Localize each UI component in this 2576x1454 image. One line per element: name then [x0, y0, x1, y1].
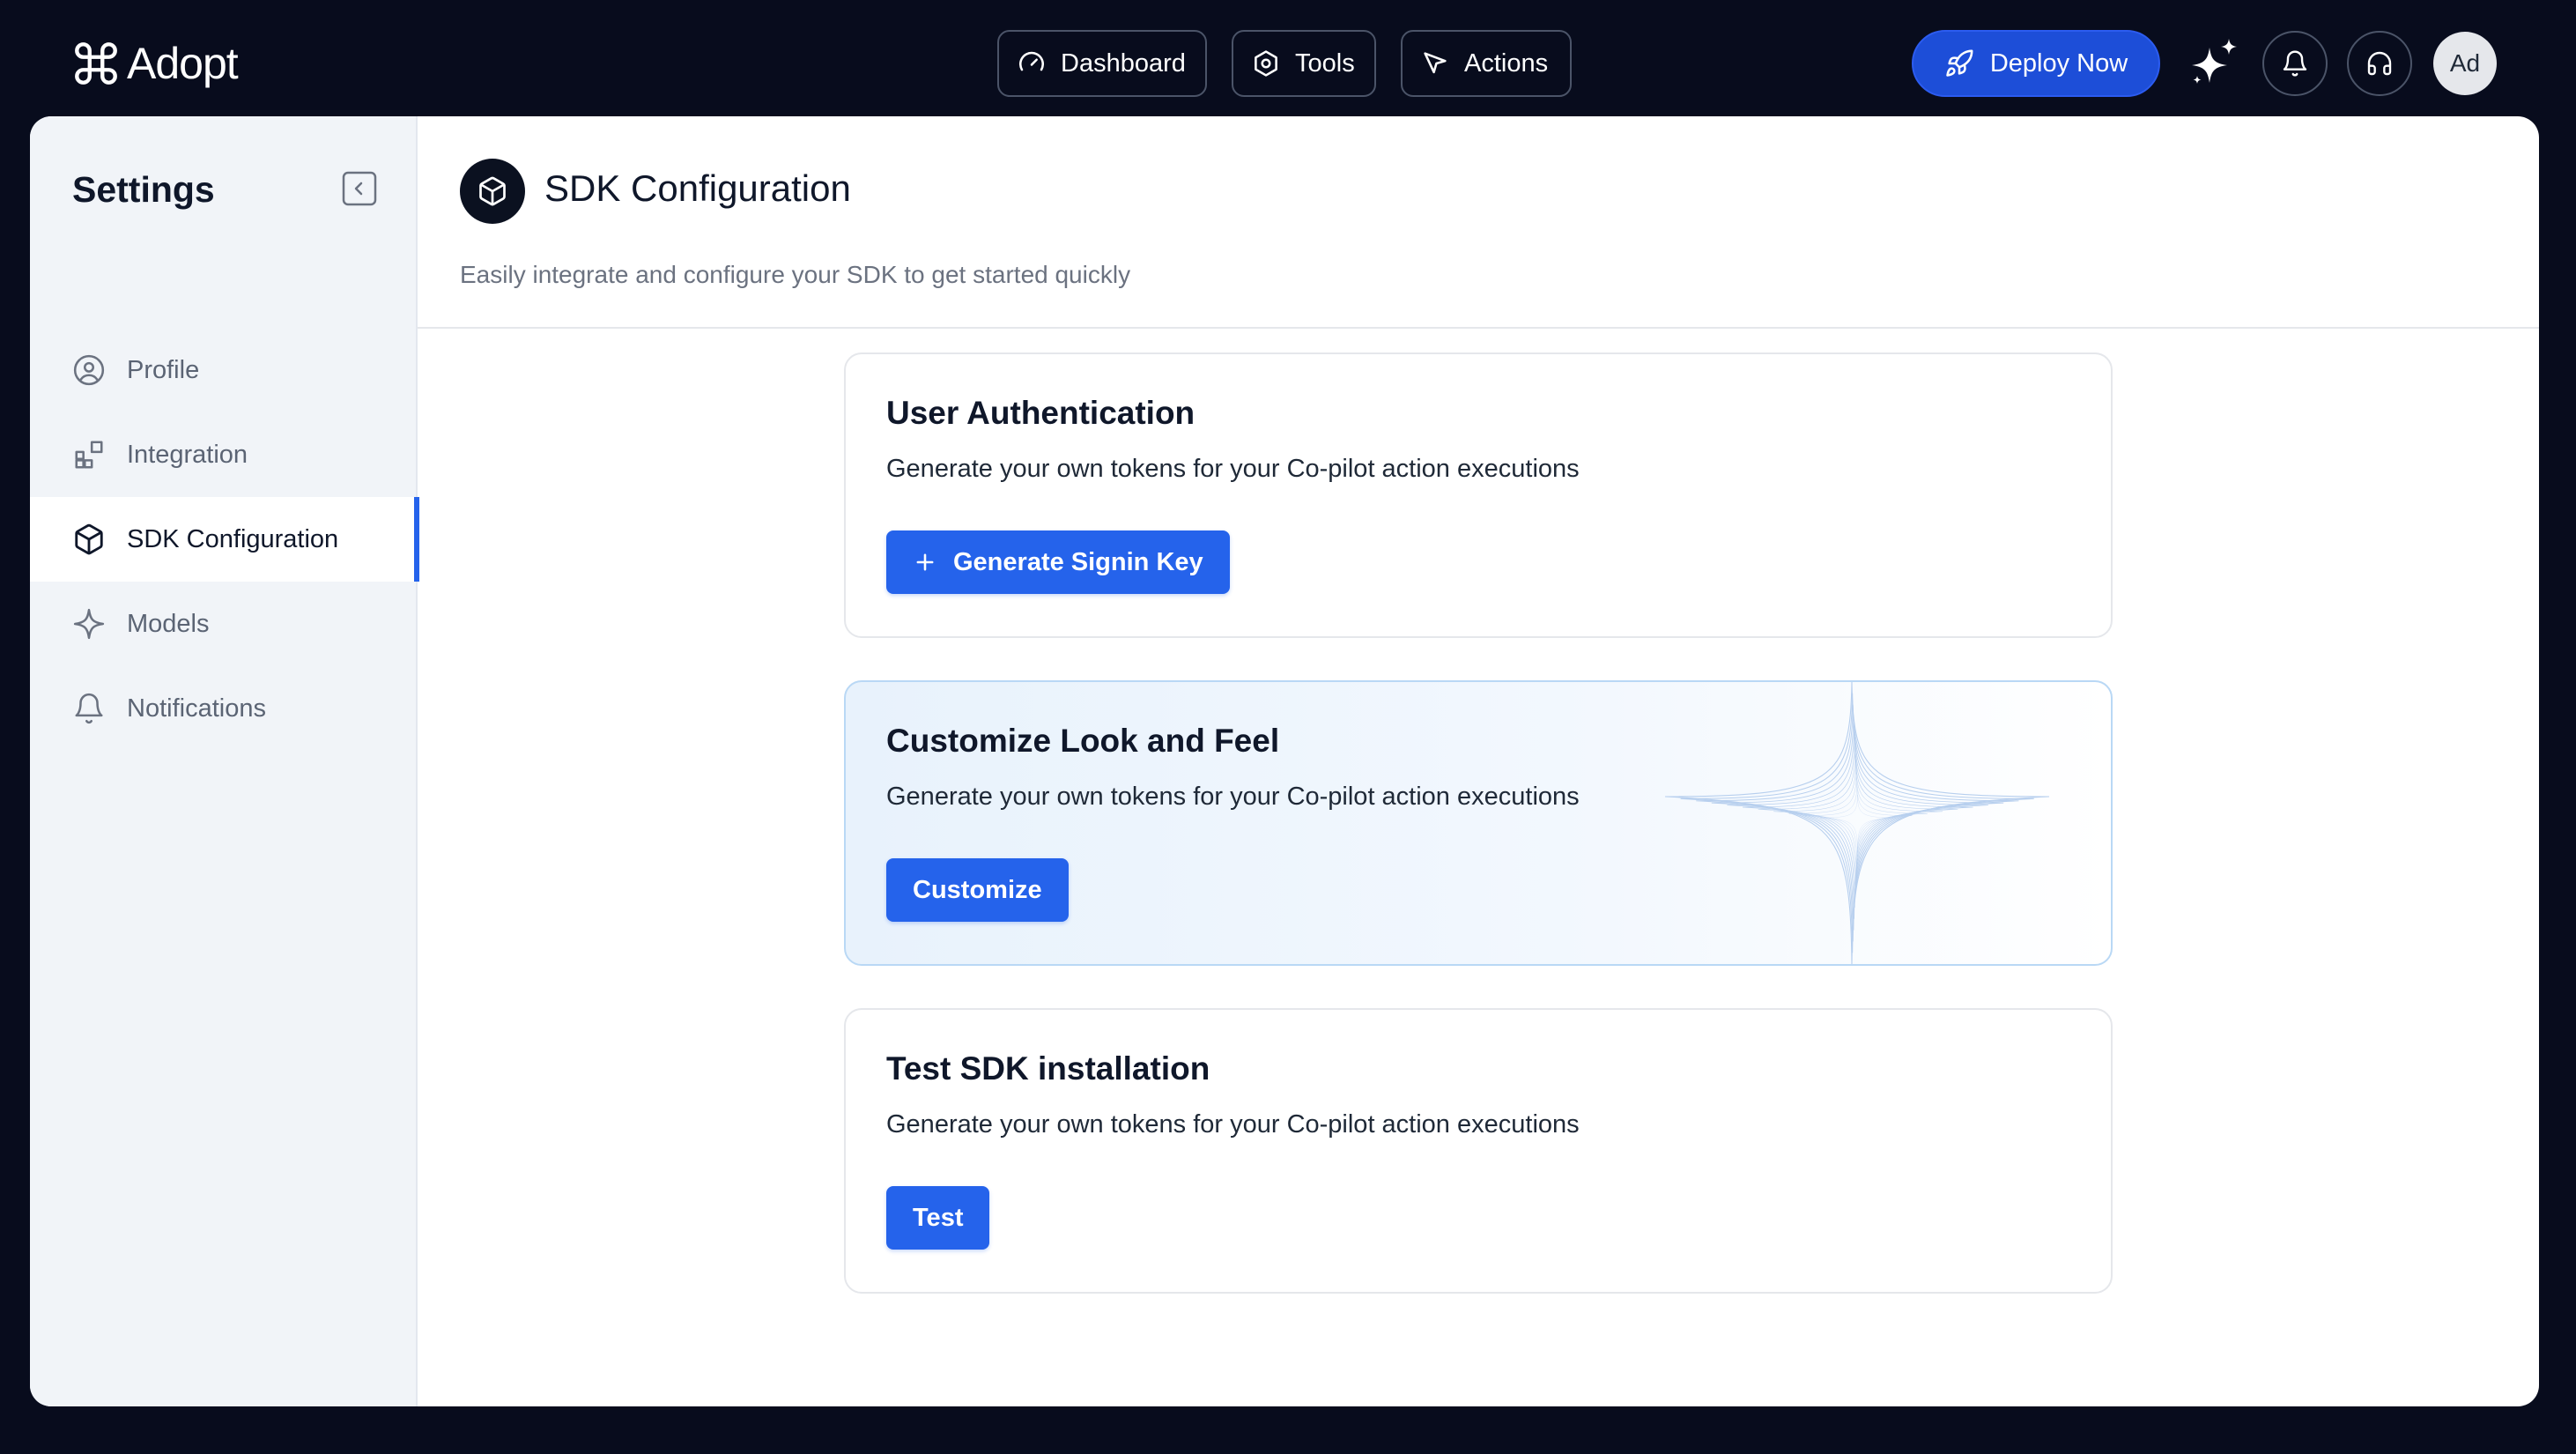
user-circle-icon	[73, 354, 105, 386]
user-authentication-card: User Authentication Generate your own to…	[844, 352, 2113, 638]
card-description: Generate your own tokens for your Co-pil…	[886, 1110, 1580, 1139]
nav-actions-button[interactable]: Actions	[1401, 30, 1572, 97]
sidebar-item-sdk-configuration[interactable]: SDK Configuration	[30, 497, 419, 582]
customize-look-card: Customize Look and Feel Generate your ow…	[844, 680, 2113, 966]
nav-dashboard-button[interactable]: Dashboard	[997, 30, 1207, 97]
generate-signin-key-button[interactable]: Generate Signin Key	[886, 530, 1230, 594]
plus-icon	[916, 553, 934, 571]
card-title: User Authentication	[886, 395, 1195, 431]
deploy-now-label: Deploy Now	[1989, 48, 2128, 78]
hexagon-gear-icon	[1255, 50, 1277, 77]
panel-collapse-icon	[342, 171, 377, 206]
support-button[interactable]	[2347, 31, 2412, 96]
sparkle-icon	[73, 608, 105, 640]
user-avatar[interactable]: Ad	[2433, 32, 2497, 95]
sparkles-icon	[2192, 39, 2237, 84]
app-logo[interactable]: Adopt	[70, 33, 239, 93]
card-title: Customize Look and Feel	[886, 723, 1280, 759]
content-area: SDK Configuration Easily integrate and c…	[418, 116, 2539, 1406]
test-sdk-card: Test SDK installation Generate your own …	[844, 1008, 2113, 1294]
button-label: Generate Signin Key	[953, 547, 1203, 576]
button-label: Test	[913, 1203, 964, 1232]
bell-icon	[75, 693, 103, 724]
ai-sparkle-button[interactable]	[2187, 35, 2243, 92]
button-label: Customize	[913, 875, 1042, 904]
top-bar: Adopt Dashboard Tools Actions Deploy Now…	[0, 0, 2576, 116]
app-name: Adopt	[127, 39, 239, 88]
cursor-arrow-icon	[1424, 52, 1447, 74]
nav-actions-label: Actions	[1464, 48, 1549, 78]
page-title: SDK Configuration	[544, 167, 851, 209]
nav-dashboard-label: Dashboard	[1061, 48, 1186, 78]
gauge-icon	[1018, 51, 1045, 71]
sidebar-item-label: Profile	[127, 355, 200, 384]
sidebar-item-profile[interactable]: Profile	[30, 328, 418, 412]
page-icon	[460, 159, 525, 224]
nav-tools-label: Tools	[1295, 48, 1355, 78]
card-description: Generate your own tokens for your Co-pil…	[886, 455, 1580, 483]
sidebar-item-label: SDK Configuration	[127, 524, 339, 553]
customize-button[interactable]: Customize	[886, 858, 1069, 922]
notifications-button[interactable]	[2262, 31, 2328, 96]
sidebar-item-notifications[interactable]: Notifications	[30, 666, 418, 751]
sidebar-item-label: Integration	[127, 440, 248, 469]
cube-icon	[479, 176, 506, 206]
sidebar-item-models[interactable]: Models	[30, 582, 418, 666]
settings-sidebar: Settings Profile Integration SDK Configu…	[30, 116, 419, 1406]
headphones-icon	[2367, 51, 2392, 76]
test-button[interactable]: Test	[886, 1186, 990, 1250]
main-panel: Settings Profile Integration SDK Configu…	[30, 116, 2539, 1406]
command-icon	[75, 42, 117, 85]
sidebar-item-integration[interactable]: Integration	[30, 412, 418, 497]
bell-icon	[2283, 50, 2307, 77]
sidebar-item-label: Notifications	[127, 694, 266, 723]
page-subtitle: Easily integrate and configure your SDK …	[460, 261, 1131, 288]
sidebar-item-label: Models	[127, 609, 210, 638]
decorative-star-icon	[1665, 682, 2050, 964]
card-title: Test SDK installation	[886, 1050, 1210, 1087]
page-header: SDK Configuration Easily integrate and c…	[418, 116, 2539, 329]
rocket-icon	[1946, 49, 1973, 77]
cube-icon	[75, 523, 103, 555]
sidebar-title: Settings	[72, 169, 215, 210]
blocks-icon	[75, 441, 103, 469]
collapse-sidebar-button[interactable]	[342, 171, 377, 206]
card-description: Generate your own tokens for your Co-pil…	[886, 783, 1580, 811]
nav-tools-button[interactable]: Tools	[1232, 30, 1376, 97]
top-nav: Dashboard Tools Actions	[997, 30, 1572, 97]
deploy-now-button[interactable]: Deploy Now	[1912, 30, 2160, 97]
